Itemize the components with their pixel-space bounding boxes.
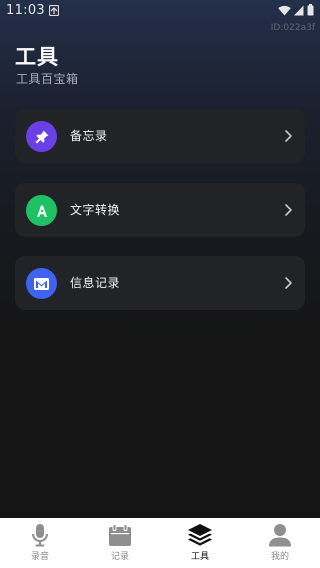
- page-subtitle: 工具百宝箱: [16, 72, 79, 86]
- chevron-right-icon: [285, 277, 292, 289]
- status-indicators: [278, 4, 314, 16]
- person-icon: [266, 522, 294, 548]
- tab-label: 我的: [270, 552, 289, 562]
- tool-card-info-record[interactable]: 信息记录: [15, 256, 305, 310]
- app-screen: 11:03 ID:022a3f 工具 工具百宝箱 备忘录 文字转换 信息记录 录…: [0, 0, 320, 568]
- mail-icon: [26, 268, 57, 299]
- tool-label: 文字转换: [70, 203, 121, 217]
- layers-icon: [186, 522, 214, 548]
- tool-label: 信息记录: [70, 276, 121, 290]
- status-time: 11:03: [6, 3, 45, 18]
- device-id: ID:022a3f: [270, 23, 315, 33]
- calendar-icon: [106, 522, 134, 548]
- notification-icon: [49, 5, 59, 16]
- status-bar: 11:03 ID:022a3f: [0, 0, 320, 33]
- chevron-right-icon: [285, 130, 292, 142]
- battery-icon: [307, 4, 314, 16]
- bottom-tab-bar: 录音 记录 工具 我的: [0, 518, 320, 568]
- tab-label: 记录: [110, 552, 129, 562]
- tool-card-memo[interactable]: 备忘录: [15, 109, 305, 163]
- page-title: 工具: [15, 45, 59, 69]
- pin-icon: [26, 121, 57, 152]
- tool-label: 备忘录: [70, 129, 108, 143]
- tab-recording[interactable]: 录音: [0, 518, 80, 568]
- signal-icon: [294, 5, 304, 15]
- wifi-icon: [278, 5, 291, 15]
- tab-records[interactable]: 记录: [80, 518, 160, 568]
- tool-card-text-convert[interactable]: 文字转换: [15, 183, 305, 237]
- tab-label: 录音: [30, 552, 49, 562]
- letter-a-icon: [26, 195, 57, 226]
- microphone-icon: [26, 522, 54, 548]
- tab-label: 工具: [190, 552, 209, 562]
- chevron-right-icon: [285, 204, 292, 216]
- tab-profile[interactable]: 我的: [240, 518, 320, 568]
- tab-tools[interactable]: 工具: [160, 518, 240, 568]
